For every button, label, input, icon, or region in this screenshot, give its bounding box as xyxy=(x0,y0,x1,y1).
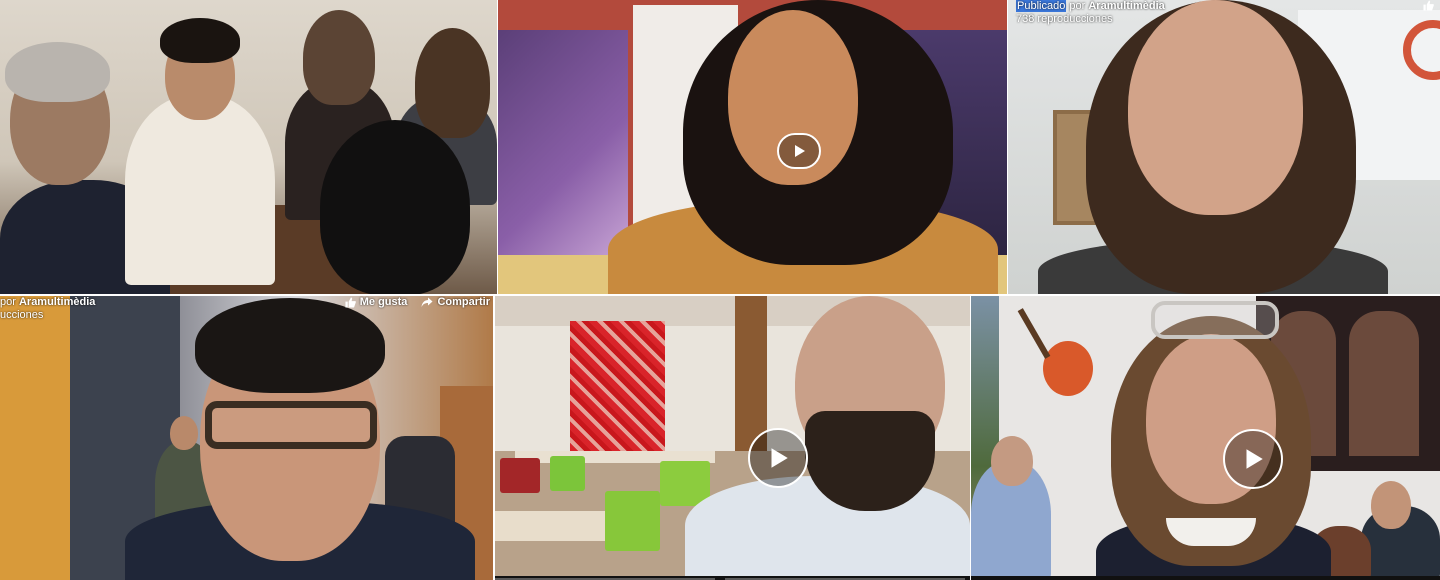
share-button[interactable]: Compartir xyxy=(421,296,490,308)
share-arrow-icon xyxy=(421,297,433,307)
person-head xyxy=(1128,0,1303,215)
like-button[interactable] xyxy=(1423,0,1434,11)
publisher-link[interactable]: Aramultimèdia xyxy=(19,296,95,308)
green-chair xyxy=(550,456,585,491)
published-label: Publicado xyxy=(1016,0,1067,12)
video-progress-track xyxy=(971,576,1440,580)
video-tile-2[interactable] xyxy=(498,0,1007,294)
person-head xyxy=(991,436,1033,486)
publisher-link[interactable]: Aramultimèdia xyxy=(1088,0,1164,12)
person-head xyxy=(170,416,198,450)
person-silhouette xyxy=(125,95,275,285)
view-count: ucciones xyxy=(0,309,44,321)
video-tile-3[interactable]: Publicado por Aramultimèdia 738 reproduc… xyxy=(1008,0,1440,294)
green-chair xyxy=(605,491,660,551)
wooden-door xyxy=(0,296,70,580)
poster-left xyxy=(498,30,628,260)
play-button[interactable] xyxy=(777,133,821,169)
video-tile-4[interactable]: por Aramultimèdia ucciones Me gusta Comp… xyxy=(0,296,493,580)
play-icon xyxy=(1246,449,1263,469)
share-label: Compartir xyxy=(437,296,490,308)
like-label: Me gusta xyxy=(359,296,408,308)
video-overlay-info: Publicado por Aramultimèdia 738 reproduc… xyxy=(1016,0,1165,30)
video-actions: Me gusta Compartir xyxy=(345,296,490,308)
thumbs-up-icon xyxy=(1423,0,1434,11)
view-count: 738 reproducciones xyxy=(1016,13,1113,25)
window-pane xyxy=(1349,311,1419,456)
eyeglasses xyxy=(205,401,377,449)
play-icon xyxy=(795,145,805,157)
play-button[interactable] xyxy=(748,428,808,488)
person-head xyxy=(1371,481,1411,529)
guitar-decoration xyxy=(1043,341,1093,396)
person-hair xyxy=(195,298,385,393)
mosaic-column xyxy=(570,321,665,451)
play-icon xyxy=(771,448,788,468)
video-tile-6[interactable] xyxy=(971,296,1440,580)
video-tile-5[interactable] xyxy=(495,296,970,580)
by-label: por xyxy=(0,296,16,308)
thumbs-up-icon xyxy=(345,296,356,308)
play-button[interactable] xyxy=(1223,429,1283,489)
person-hair xyxy=(160,18,240,63)
by-label: por xyxy=(1069,0,1086,12)
person-hair xyxy=(5,42,110,102)
person-hair xyxy=(303,10,375,105)
red-chair xyxy=(500,458,540,493)
video-progress-track xyxy=(495,576,970,580)
person-hair xyxy=(320,120,470,294)
white-collar xyxy=(1166,518,1256,546)
video-overlay-info: por Aramultimèdia ucciones xyxy=(0,296,95,326)
sunglasses-on-head xyxy=(1151,301,1279,339)
guitar-neck xyxy=(1017,308,1051,359)
video-actions xyxy=(1423,0,1434,11)
video-tile-1[interactable] xyxy=(0,0,497,294)
like-button[interactable]: Me gusta xyxy=(345,296,408,308)
person-hair xyxy=(415,28,490,138)
